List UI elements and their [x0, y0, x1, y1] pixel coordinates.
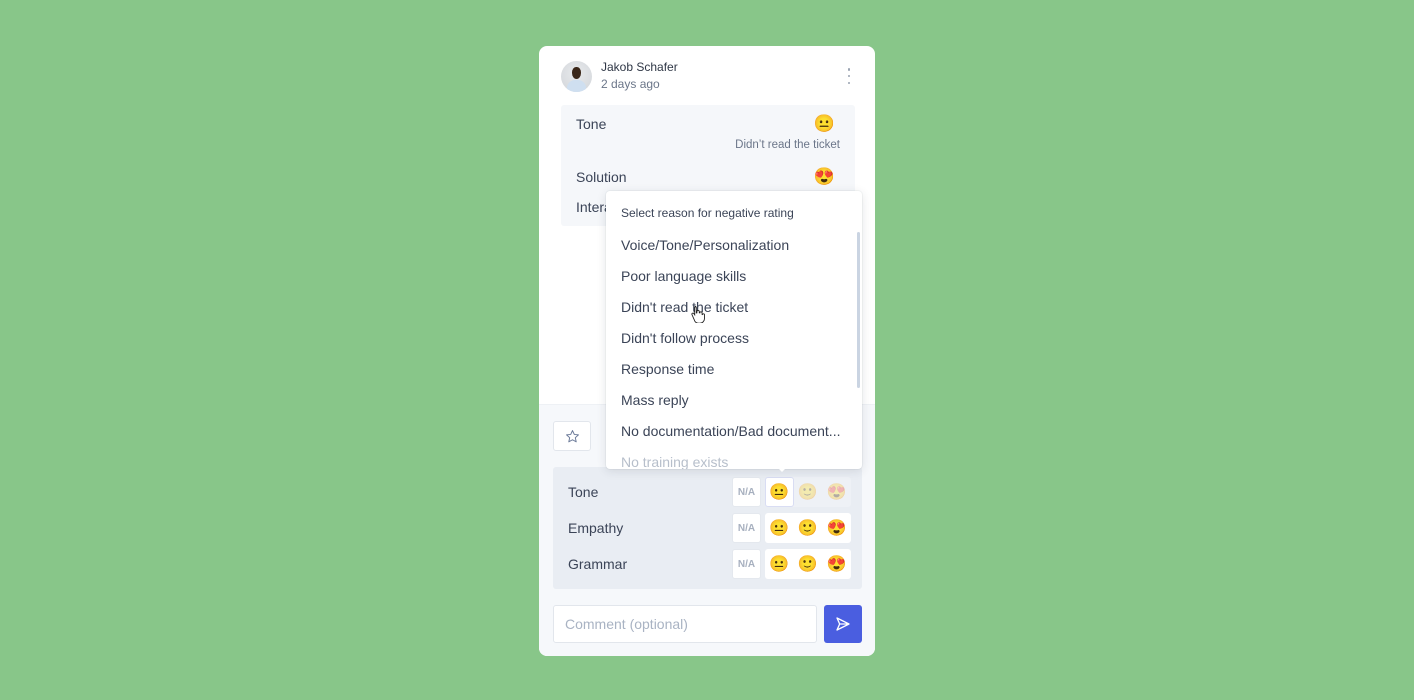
review-header: Jakob Schafer 2 days ago [561, 60, 859, 92]
heart-eyes-face-button[interactable]: 😍 [822, 513, 851, 543]
star-icon [565, 429, 579, 442]
hand-cursor-icon [691, 305, 705, 327]
summary-reason: Didn’t read the ticket [735, 139, 840, 151]
face-selector: 😐 🙂 😍 [765, 477, 851, 507]
heart-eyes-face-button[interactable]: 😍 [822, 549, 851, 579]
dropdown-scrollbar[interactable] [857, 232, 860, 388]
send-icon [836, 617, 850, 631]
more-options-icon[interactable] [845, 68, 853, 84]
rating-label: Tone [568, 484, 599, 500]
favorite-button[interactable] [553, 421, 591, 451]
dropdown-item[interactable]: Response time [621, 361, 714, 377]
summary-label: Solution [576, 169, 627, 185]
summary-row-solution: Solution 😍 [576, 167, 840, 186]
dropdown-item[interactable]: No training exists [621, 454, 728, 469]
dropdown-title: Select reason for negative rating [621, 206, 794, 220]
avatar [561, 61, 592, 92]
face-selector: 😐 🙂 😍 [765, 549, 851, 579]
heart-eyes-face-button[interactable]: 😍 [822, 477, 851, 507]
comment-input[interactable] [553, 605, 817, 643]
rating-row-grammar: Grammar N/A 😐 🙂 😍 [553, 549, 862, 579]
rating-row-empathy: Empathy N/A 😐 🙂 😍 [553, 513, 862, 543]
na-button[interactable]: N/A [732, 477, 761, 507]
summary-label: Tone [576, 116, 607, 132]
smile-face-button[interactable]: 🙂 [794, 549, 823, 579]
negative-reason-dropdown: Select reason for negative rating Voice/… [606, 191, 862, 469]
dropdown-item[interactable]: Mass reply [621, 392, 689, 408]
rating-categories: Tone N/A 😐 🙂 😍 Empathy N/A 😐 🙂 😍 Grammar… [553, 467, 862, 589]
dropdown-item[interactable]: Poor language skills [621, 268, 746, 284]
smile-face-button[interactable]: 🙂 [794, 477, 823, 507]
dropdown-item[interactable]: Didn't read the ticket [621, 299, 748, 315]
smile-face-button[interactable]: 🙂 [794, 513, 823, 543]
dropdown-item[interactable]: Voice/Tone/Personalization [621, 237, 789, 253]
dropdown-pointer [776, 466, 788, 472]
na-button[interactable]: N/A [732, 513, 761, 543]
author-name: Jakob Schafer [601, 60, 678, 74]
face-selector: 😐 🙂 😍 [765, 513, 851, 543]
send-button[interactable] [824, 605, 862, 643]
review-time: 2 days ago [601, 77, 660, 91]
dropdown-item[interactable]: No documentation/Bad document... [621, 423, 840, 439]
neutral-face-button[interactable]: 😐 [765, 549, 794, 579]
summary-row-tone: Tone 😐 [576, 114, 840, 133]
rating-row-tone: Tone N/A 😐 🙂 😍 [553, 477, 862, 507]
neutral-face-icon: 😐 [813, 114, 835, 133]
neutral-face-button[interactable]: 😐 [765, 513, 794, 543]
rating-label: Grammar [568, 556, 628, 572]
rating-label: Empathy [568, 520, 624, 536]
heart-eyes-face-icon: 😍 [813, 167, 835, 186]
na-button[interactable]: N/A [732, 549, 761, 579]
neutral-face-button[interactable]: 😐 [765, 477, 794, 507]
dropdown-item[interactable]: Didn't follow process [621, 330, 749, 346]
